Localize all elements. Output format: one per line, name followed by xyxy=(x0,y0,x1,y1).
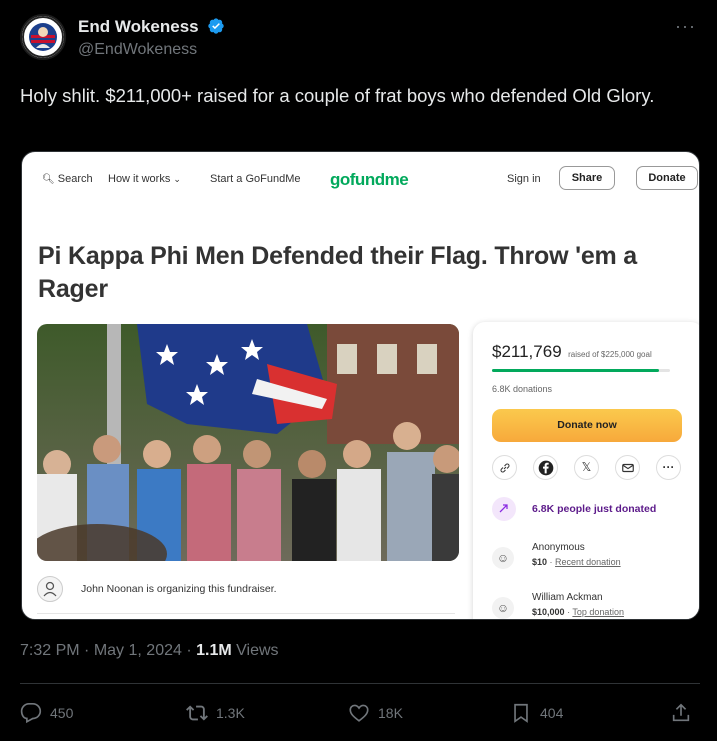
mail-icon xyxy=(615,455,640,480)
separator: · xyxy=(186,642,197,659)
share-icon xyxy=(672,703,690,722)
organizer-text: John Noonan is organizing this fundraise… xyxy=(81,583,277,595)
more-horizontal-icon[interactable]: ··· xyxy=(675,16,696,37)
donor-detail: $10 · Recent donation xyxy=(532,557,621,567)
gofundme-navbar: 🔍︎ Search How it works ⌄ Start a GoFundM… xyxy=(22,164,699,194)
nav-search-label: Search xyxy=(57,173,93,185)
donation-hand-icon: ☺ xyxy=(492,597,514,619)
donor-tag: Recent donation xyxy=(555,557,621,567)
user-icon xyxy=(37,576,63,602)
raised-amount-row: $211,769 raised of $225,000 goal xyxy=(492,342,652,362)
donor-detail: $10,000 · Top donation xyxy=(532,607,624,617)
donor-row: ☺ Anonymous $10 · Recent donation xyxy=(492,542,692,576)
nav-start: Start a GoFundMe xyxy=(210,173,301,185)
author-avatar[interactable] xyxy=(20,14,66,60)
progress-bar-fill xyxy=(492,369,660,372)
post-header: End Wokeness @EndWokeness ··· xyxy=(20,14,700,64)
progress-bar xyxy=(492,369,670,372)
post-date[interactable]: May 1, 2024 xyxy=(94,642,182,659)
bookmark-button[interactable]: 404 xyxy=(510,700,563,726)
action-bar: 450 1.3K 18K 404 xyxy=(20,698,700,728)
share-icons-row: 𝕏 ··· xyxy=(492,455,682,481)
views-count: 1.1M xyxy=(196,642,232,659)
author-handle[interactable]: @EndWokeness xyxy=(78,41,197,59)
reply-button[interactable]: 450 xyxy=(20,700,73,726)
repost-icon xyxy=(186,705,208,721)
gofundme-logo-text: gofundme xyxy=(330,170,409,189)
media-card[interactable]: 🔍︎ Search How it works ⌄ Start a GoFundM… xyxy=(21,151,700,620)
post-meta: 7:32 PM · May 1, 2024 · 1.1M Views xyxy=(20,642,279,660)
campaign-photo xyxy=(37,324,459,561)
facebook-icon xyxy=(533,455,558,480)
donation-hand-icon: ☺ xyxy=(492,547,514,569)
repost-count: 1.3K xyxy=(216,705,245,721)
divider xyxy=(37,613,455,614)
share-button[interactable] xyxy=(670,700,700,726)
verified-badge-icon xyxy=(208,18,225,34)
donor-amount: $10 xyxy=(532,557,548,567)
author-name[interactable]: End Wokeness xyxy=(78,17,225,37)
raised-amount: $211,769 xyxy=(492,342,562,361)
nav-search: 🔍︎ Search xyxy=(42,173,93,185)
views-label: Views xyxy=(236,642,279,659)
post-text: Holy shlit. $211,000+ raised for a coupl… xyxy=(20,85,655,106)
campaign-title: Pi Kappa Phi Men Defended their Flag. Th… xyxy=(38,242,638,303)
nav-share-button: Share xyxy=(559,166,615,190)
chevron-down-icon: ⌄ xyxy=(173,174,181,184)
nav-donate-button: Donate xyxy=(636,166,698,190)
author-name-text[interactable]: End Wokeness xyxy=(78,17,199,36)
raised-goal: raised of $225,000 goal xyxy=(568,350,652,359)
separator: · xyxy=(84,642,94,659)
donor-amount: $10,000 xyxy=(532,607,565,617)
donor-row: ☺ William Ackman $10,000 · Top donation xyxy=(492,592,692,619)
bookmark-count: 404 xyxy=(540,705,564,721)
heart-icon xyxy=(349,704,369,722)
donor-name: Anonymous xyxy=(532,542,585,553)
repost-button[interactable]: 1.3K xyxy=(186,700,245,726)
donations-count: 6.8K donations xyxy=(492,384,553,394)
organizer-row: John Noonan is organizing this fundraise… xyxy=(37,576,455,602)
search-icon: 🔍︎ xyxy=(42,174,55,185)
donor-name: William Ackman xyxy=(532,592,603,603)
nav-how-it-works-label: How it works xyxy=(108,173,171,185)
x-icon: 𝕏 xyxy=(574,455,599,480)
gofundme-logo: gofundme xyxy=(330,170,409,190)
donor-tag: Top donation xyxy=(572,607,624,617)
link-icon xyxy=(492,455,517,480)
post-time[interactable]: 7:32 PM xyxy=(20,642,80,659)
like-count: 18K xyxy=(378,705,403,721)
divider xyxy=(20,683,700,684)
recent-donations-text: 6.8K people just donated xyxy=(532,503,657,515)
bookmark-icon xyxy=(514,703,528,723)
more-horizontal-icon: ··· xyxy=(656,455,681,480)
trending-up-icon xyxy=(492,497,516,521)
nav-how-it-works: How it works ⌄ xyxy=(108,173,181,185)
reply-count: 450 xyxy=(50,705,74,721)
reply-icon xyxy=(20,703,42,724)
donation-panel: $211,769 raised of $225,000 goal 6.8K do… xyxy=(473,322,699,619)
nav-sign-in: Sign in xyxy=(507,173,541,185)
donate-now-button: Donate now xyxy=(492,409,682,442)
like-button[interactable]: 18K xyxy=(348,700,403,726)
